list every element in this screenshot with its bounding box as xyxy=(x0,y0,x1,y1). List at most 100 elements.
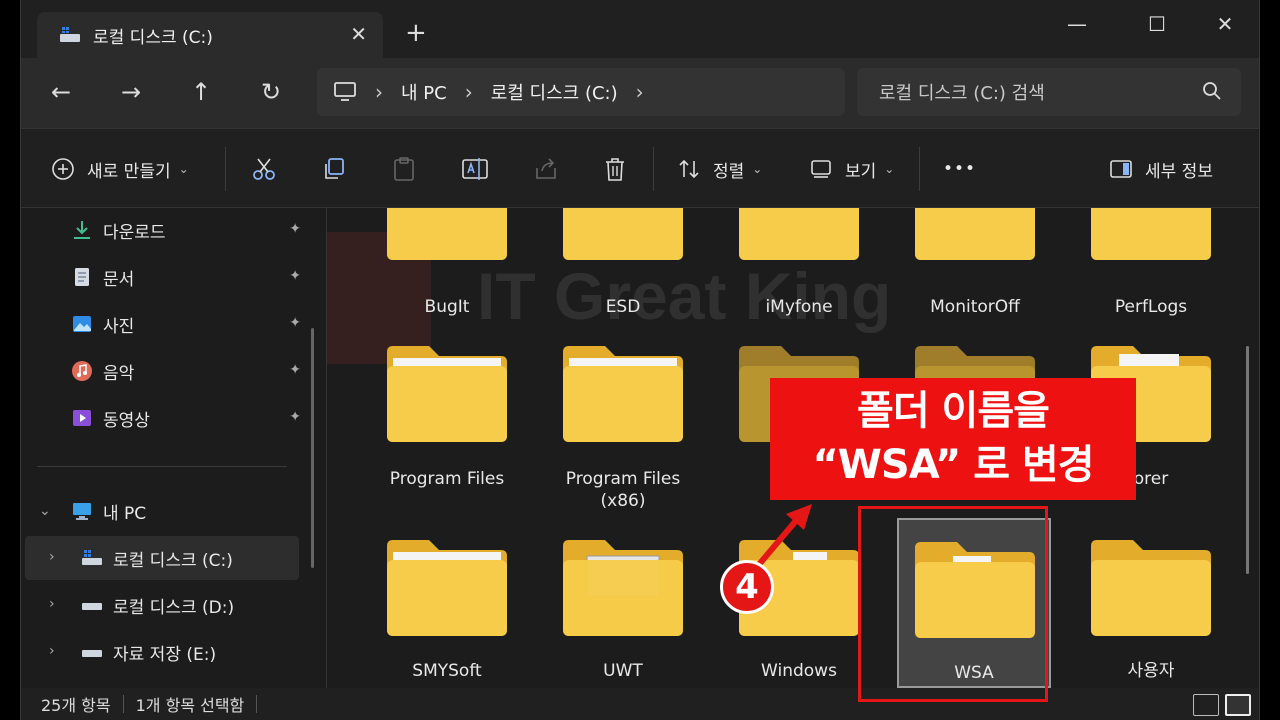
instruction-callout: 폴더 이름을 “WSA” 로 변경 xyxy=(770,378,1136,500)
folder-program-files[interactable]: Program Files xyxy=(367,338,527,508)
breadcrumb-local-disk-c[interactable]: 로컬 디스크 (C:) xyxy=(491,79,618,105)
sidebar-item-downloads[interactable]: 다운로드 ✦ xyxy=(21,208,311,252)
new-button[interactable]: 새로 만들기 ⌄ xyxy=(51,155,189,183)
sidebar-item-label: 문서 xyxy=(103,269,135,290)
navigation-pane: 다운로드 ✦ 문서 ✦ 사진 ✦ 음악 ✦ 동영상 ✦ ⌄ 내 PC › 로컬 … xyxy=(21,208,327,688)
status-bar: 25개 항목 1개 항목 선택함 xyxy=(21,688,1259,720)
sidebar-divider xyxy=(37,466,287,467)
folder-esd[interactable]: ESD xyxy=(543,208,703,318)
sidebar-item-videos[interactable]: 동영상 ✦ xyxy=(21,396,311,440)
tab-local-disk-c[interactable]: 로컬 디스크 (C:) ✕ xyxy=(37,12,383,58)
forward-button[interactable]: → xyxy=(115,76,147,108)
folder-imyfone[interactable]: iMyfone xyxy=(719,208,879,318)
folder-icon xyxy=(387,346,507,442)
sidebar-item-label: 내 PC xyxy=(103,503,147,524)
view-label: 보기 xyxy=(845,161,877,182)
rename-button[interactable] xyxy=(461,155,489,183)
drive-icon xyxy=(82,603,102,610)
folder-label: Windows xyxy=(761,661,837,681)
folder-label: MonitorOff xyxy=(930,297,1020,317)
details-button[interactable]: 세부 정보 xyxy=(1109,155,1213,183)
pin-icon[interactable]: ✦ xyxy=(289,315,301,331)
tab-title: 로컬 디스크 (C:) xyxy=(93,27,213,48)
new-tab-button[interactable]: + xyxy=(405,20,427,46)
copy-button[interactable] xyxy=(321,155,347,183)
folder-program-files-x86[interactable]: Program Files (x86) xyxy=(543,338,703,511)
pin-icon[interactable]: ✦ xyxy=(289,362,301,378)
chevron-down-icon[interactable]: ⌄ xyxy=(39,503,51,519)
chevron-right-icon[interactable]: › xyxy=(49,596,55,612)
cut-button[interactable] xyxy=(251,155,277,183)
details-view-icon[interactable] xyxy=(1193,694,1219,716)
selection-count: 1개 항목 선택함 xyxy=(135,696,245,715)
details-pane-icon xyxy=(1110,160,1132,178)
address-bar: ← → ↑ ↻ › 내 PC › 로컬 디스크 (C:) › 로컬 디스크 (C… xyxy=(21,58,1259,128)
breadcrumb-separator: › xyxy=(375,80,383,104)
wsa-highlight-box xyxy=(858,506,1048,702)
folder-users[interactable]: 사용자 xyxy=(1071,532,1231,688)
folder-perflogs[interactable]: PerfLogs xyxy=(1071,208,1231,318)
sidebar-item-my-pc[interactable]: ⌄ 내 PC xyxy=(21,489,311,533)
sidebar-item-label: 로컬 디스크 (C:) xyxy=(113,550,233,571)
drive-icon xyxy=(60,27,80,42)
minimize-button[interactable]: — xyxy=(1053,8,1101,40)
sidebar-item-drive-e[interactable]: › 자료 저장 (E:) xyxy=(21,630,311,674)
status-divider xyxy=(122,695,124,713)
chevron-down-icon: ⌄ xyxy=(178,162,189,176)
sidebar-item-pictures[interactable]: 사진 ✦ xyxy=(21,302,311,346)
delete-button[interactable] xyxy=(603,155,627,183)
pin-icon[interactable]: ✦ xyxy=(289,221,301,237)
sidebar-item-documents[interactable]: 문서 ✦ xyxy=(21,255,311,299)
up-button[interactable]: ↑ xyxy=(185,76,217,108)
copy-icon xyxy=(325,158,344,179)
breadcrumb-separator[interactable]: › xyxy=(636,80,644,104)
folder-monitoroff[interactable]: MonitorOff xyxy=(895,208,1055,318)
folder-icon xyxy=(739,208,859,260)
folder-smysoft[interactable]: SMYSoft xyxy=(367,532,527,688)
breadcrumb[interactable]: › 내 PC › 로컬 디스크 (C:) › xyxy=(317,68,845,116)
sidebar-item-label: 동영상 xyxy=(103,410,150,431)
sidebar-item-local-disk-c[interactable]: › 로컬 디스크 (C:) xyxy=(25,536,299,580)
sidebar-item-label: 다운로드 xyxy=(103,222,166,243)
chevron-down-icon: ⌄ xyxy=(752,162,763,176)
sidebar-item-music[interactable]: 음악 ✦ xyxy=(21,349,311,393)
folder-label: BugIt xyxy=(424,297,470,317)
more-options-button[interactable]: ••• xyxy=(943,155,976,183)
folder-uwt[interactable]: UWT xyxy=(543,532,703,688)
music-icon xyxy=(72,361,92,381)
view-icon xyxy=(811,160,831,178)
folder-label: Program Files xyxy=(389,469,505,489)
tab-close-icon[interactable]: ✕ xyxy=(350,22,367,46)
folder-label: UWT xyxy=(603,661,643,681)
paste-button[interactable] xyxy=(391,155,417,183)
sidebar-item-local-disk-d[interactable]: › 로컬 디스크 (D:) xyxy=(21,583,311,627)
breadcrumb-separator: › xyxy=(464,80,473,104)
close-window-button[interactable]: ✕ xyxy=(1201,8,1249,40)
pin-icon[interactable]: ✦ xyxy=(289,409,301,425)
chevron-right-icon[interactable]: › xyxy=(49,549,55,565)
sidebar-item-label: 음악 xyxy=(103,363,135,384)
content-scrollbar[interactable] xyxy=(1246,346,1249,574)
large-icons-view-icon[interactable] xyxy=(1225,694,1251,716)
folder-icon xyxy=(387,540,507,636)
share-button[interactable] xyxy=(533,155,559,183)
back-button[interactable]: ← xyxy=(45,76,77,108)
video-icon xyxy=(73,410,91,426)
pin-icon[interactable]: ✦ xyxy=(289,268,301,284)
chevron-right-icon[interactable]: › xyxy=(49,643,55,659)
folder-label: 사용자 xyxy=(1127,661,1175,681)
sort-button[interactable]: 정렬 ⌄ xyxy=(677,155,762,183)
refresh-button[interactable]: ↻ xyxy=(255,76,287,108)
folder-bugit[interactable]: BugIt xyxy=(367,208,527,318)
sidebar-item-label: 로컬 디스크 (D:) xyxy=(113,597,235,618)
folder-icon xyxy=(563,208,683,260)
search-input[interactable]: 로컬 디스크 (C:) 검색 xyxy=(857,68,1241,116)
breadcrumb-my-pc[interactable]: 내 PC xyxy=(401,79,447,105)
command-bar: 새로 만들기 ⌄ 정렬 ⌄ 보기 ⌄ ••• 세부 정보 xyxy=(21,128,1259,208)
sidebar-scrollbar[interactable] xyxy=(311,328,314,568)
maximize-button[interactable]: ☐ xyxy=(1133,8,1181,40)
callout-line-2: “WSA” 로 변경 xyxy=(812,442,1094,488)
folder-label: ESD xyxy=(605,297,641,317)
folder-icon xyxy=(387,208,507,260)
view-button[interactable]: 보기 ⌄ xyxy=(809,155,894,183)
